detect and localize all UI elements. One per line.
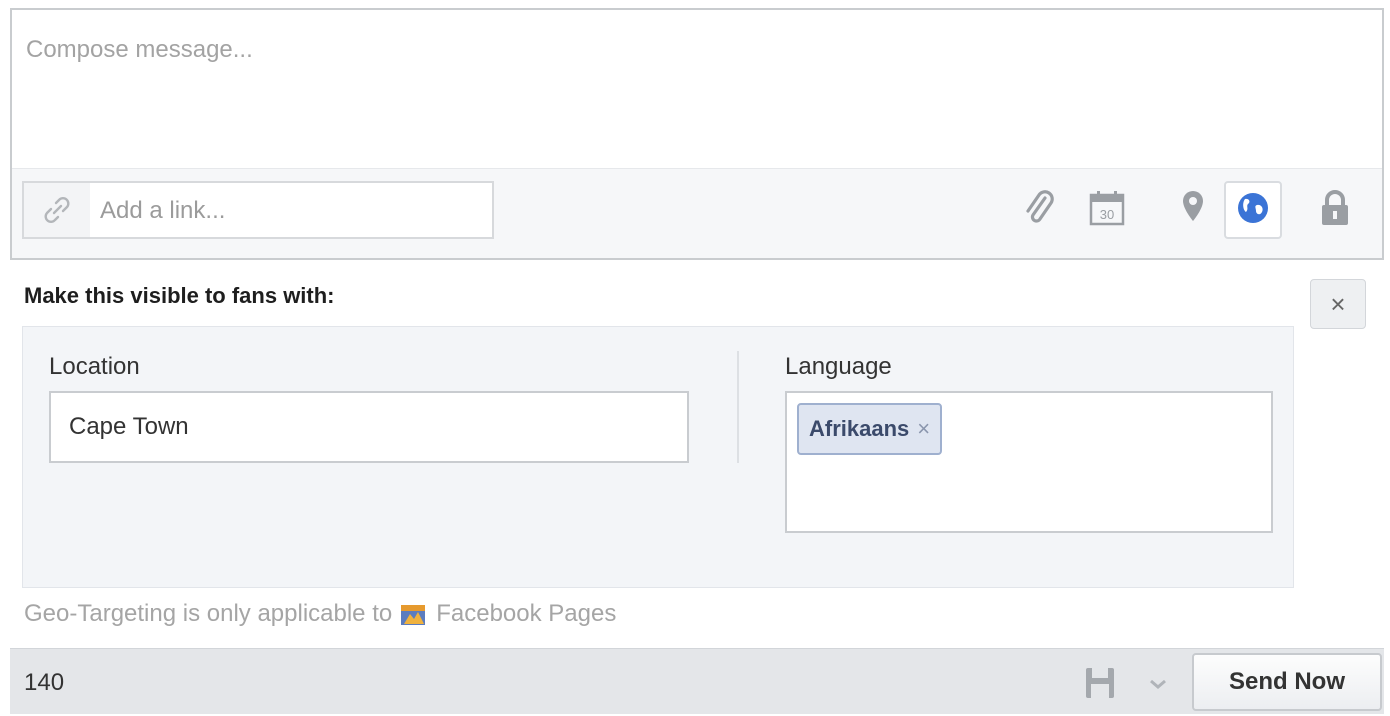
language-label: Language	[785, 353, 892, 380]
facebook-pages-icon	[400, 602, 426, 626]
location-input[interactable]	[49, 391, 689, 463]
language-token: Afrikaans ×	[797, 403, 943, 455]
calendar-day-text: 30	[1100, 207, 1114, 222]
send-options-button[interactable]	[1138, 665, 1178, 705]
composer: 30	[10, 8, 1384, 260]
targeting-button[interactable]	[1224, 181, 1282, 239]
lock-icon	[1318, 188, 1352, 233]
attach-button[interactable]	[1010, 181, 1068, 239]
close-icon: ×	[1330, 288, 1346, 319]
targeting-panel: Location Language Afrikaans ×	[22, 326, 1294, 588]
map-pin-icon	[1179, 188, 1207, 233]
geo-note-text: Geo-Targeting is only applicable to	[24, 600, 393, 627]
language-input[interactable]: Afrikaans ×	[785, 391, 1273, 533]
compose-message-input[interactable]	[12, 10, 1382, 168]
globe-icon	[1235, 190, 1271, 231]
remove-token-icon[interactable]: ×	[917, 416, 930, 442]
schedule-button[interactable]: 30	[1078, 181, 1136, 239]
location-button[interactable]	[1164, 181, 1222, 239]
panel-divider	[737, 351, 739, 463]
composer-toolbar: 30	[12, 168, 1382, 258]
geo-targeting-note: Geo-Targeting is only applicable to Face…	[24, 600, 616, 628]
visibility-heading: Make this visible to fans with:	[24, 283, 335, 308]
save-icon	[1084, 666, 1116, 705]
privacy-button[interactable]	[1306, 181, 1364, 239]
calendar-icon: 30	[1087, 188, 1127, 233]
location-label: Location	[49, 353, 140, 380]
character-count: 140	[24, 669, 65, 696]
composer-footer: 140 Send Now	[10, 648, 1384, 714]
send-now-button[interactable]: Send Now	[1192, 653, 1382, 711]
add-link-input[interactable]	[98, 183, 486, 239]
link-icon	[24, 183, 90, 237]
close-targeting-button[interactable]: ×	[1310, 279, 1366, 329]
language-token-label: Afrikaans	[809, 416, 910, 441]
save-draft-button[interactable]	[1080, 665, 1120, 705]
facebook-pages-link[interactable]: Facebook Pages	[436, 600, 616, 628]
add-link-field[interactable]	[22, 181, 494, 239]
chevron-down-icon	[1150, 676, 1166, 694]
paperclip-icon	[1022, 188, 1056, 233]
